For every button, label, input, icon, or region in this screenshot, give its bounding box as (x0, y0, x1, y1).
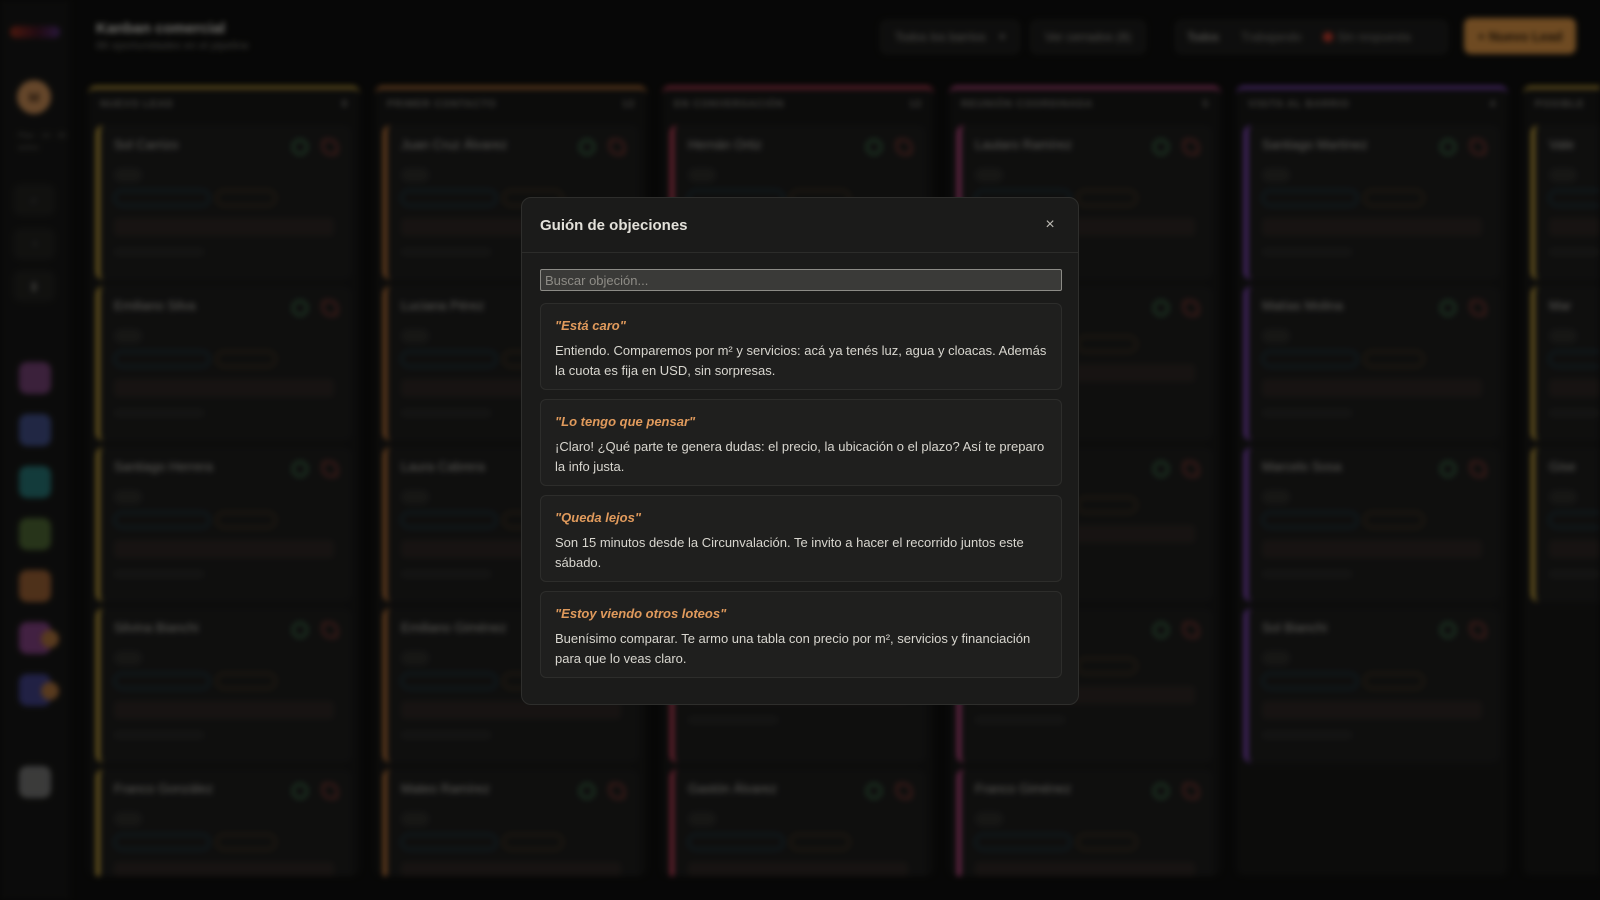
search-input[interactable] (540, 269, 1062, 291)
objection-item: "Lo tengo que pensar" ¡Claro! ¿Qué parte… (540, 399, 1062, 486)
objection-answer: Entiendo. Comparemos por m² y servicios:… (555, 343, 1047, 378)
objection-title: "Está caro" (555, 318, 626, 333)
objection-list: "Está caro" Entiendo. Comparemos por m² … (540, 303, 1062, 687)
objection-title: "Lo tengo que pensar" (555, 414, 696, 429)
objection-item: "Queda lejos" Son 15 minutos desde la Ci… (540, 495, 1062, 582)
objection-title: "Estoy viendo otros loteos" (555, 606, 727, 621)
objection-answer: Buenísimo comparar. Te armo una tabla co… (555, 631, 1031, 666)
close-icon[interactable]: × (1040, 215, 1060, 235)
objections-modal: Guión de objeciones × "Está caro" Entien… (521, 197, 1079, 705)
objection-item: "Está caro" Entiendo. Comparemos por m² … (540, 303, 1062, 390)
objection-item: "Estoy viendo otros loteos" Buenísimo co… (540, 591, 1062, 678)
objection-answer: Son 15 minutos desde la Circunvalación. … (555, 535, 1024, 570)
objection-title: "Queda lejos" (555, 510, 642, 525)
objection-answer: ¡Claro! ¿Qué parte te genera dudas: el p… (555, 439, 1045, 474)
modal-title: Guión de objeciones (540, 217, 688, 234)
modal-header: Guión de objeciones × (522, 198, 1078, 253)
